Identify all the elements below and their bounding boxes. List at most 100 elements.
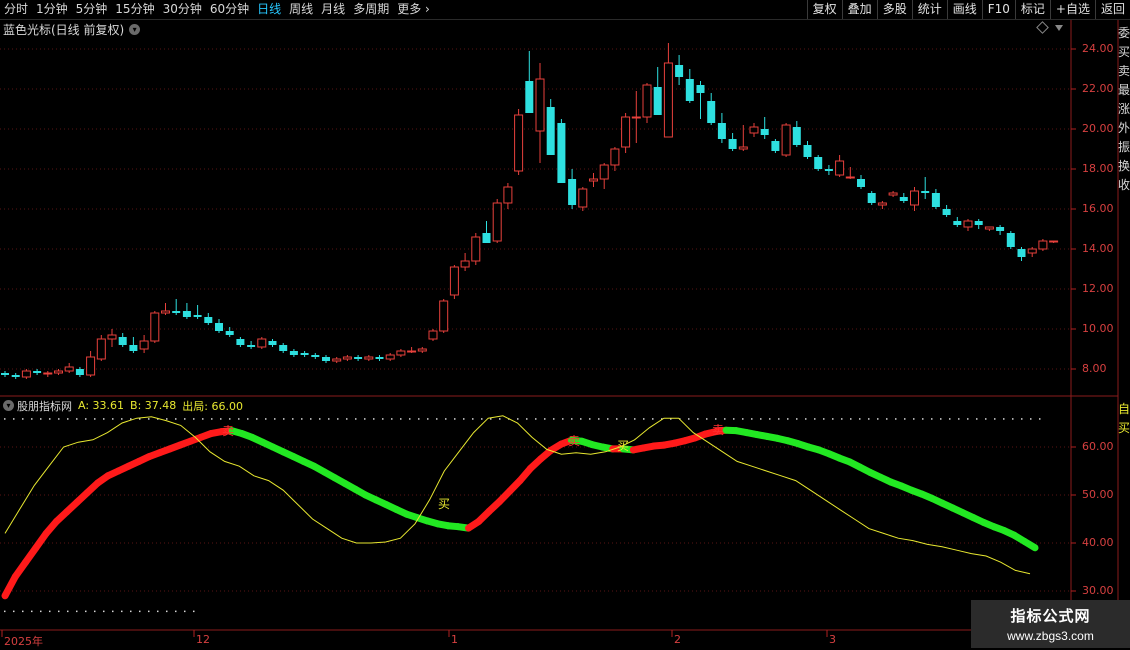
out-level-dot bbox=[283, 418, 285, 420]
candle-body bbox=[525, 81, 534, 113]
price-axis-label: 16.00 bbox=[1082, 202, 1114, 215]
chevron-down-icon[interactable]: ▾ bbox=[3, 400, 14, 411]
out-level-dot bbox=[859, 418, 861, 420]
baseline-dot bbox=[4, 610, 6, 613]
baseline-dot bbox=[40, 610, 42, 613]
indicator-main-segment bbox=[1021, 538, 1039, 552]
baseline-dot bbox=[13, 610, 15, 613]
candle-body bbox=[428, 330, 438, 340]
baseline-dot bbox=[130, 610, 132, 613]
candle-body bbox=[107, 334, 117, 340]
baseline-dot bbox=[112, 610, 114, 613]
candle-body bbox=[439, 300, 449, 332]
out-level-dot bbox=[994, 418, 996, 420]
candle-body bbox=[663, 62, 673, 138]
out-level-dot bbox=[292, 418, 294, 420]
out-level-dot bbox=[832, 418, 834, 420]
candle-body bbox=[11, 375, 20, 377]
candle-body bbox=[118, 337, 127, 345]
out-level-dot bbox=[652, 418, 654, 420]
candle-body bbox=[888, 192, 898, 196]
price-axis-label: 12.00 bbox=[1082, 282, 1114, 295]
out-level-dot bbox=[697, 418, 699, 420]
candle-body bbox=[557, 123, 566, 183]
out-level-dot bbox=[121, 418, 123, 420]
out-level-dot bbox=[454, 418, 456, 420]
out-level-dot bbox=[931, 418, 933, 420]
out-level-dot bbox=[193, 418, 195, 420]
out-level-dot bbox=[625, 418, 627, 420]
out-level-dot bbox=[166, 418, 168, 420]
out-level-dot bbox=[391, 418, 393, 420]
candle-body bbox=[696, 85, 705, 93]
candle-body bbox=[963, 220, 973, 228]
candle-body bbox=[161, 310, 170, 314]
out-level-dot bbox=[580, 418, 582, 420]
out-level-dot bbox=[184, 418, 186, 420]
watermark-url: www.zbgs3.com bbox=[1007, 629, 1094, 643]
candle-body bbox=[449, 266, 459, 296]
price-axis-label: 18.00 bbox=[1082, 162, 1114, 175]
out-level-dot bbox=[823, 418, 825, 420]
candle-body bbox=[33, 371, 42, 373]
out-level-dot bbox=[247, 418, 249, 420]
stock-chart-window: 分时 1分钟 5分钟 15分钟 30分钟 60分钟 日线 周线 月线 多周期 更多 › 复权 叠加 多股… bbox=[0, 0, 1130, 650]
out-level-dot bbox=[607, 418, 609, 420]
candlestick-series bbox=[1, 43, 1059, 379]
candle-body bbox=[268, 341, 277, 345]
out-level-dot bbox=[148, 418, 150, 420]
candle-body bbox=[610, 148, 620, 166]
out-level-dot bbox=[175, 418, 177, 420]
candle-body bbox=[460, 260, 470, 268]
out-level-dot bbox=[274, 418, 276, 420]
indicator-name: 股朋指标网 bbox=[17, 399, 72, 413]
out-level-dot bbox=[715, 418, 717, 420]
out-level-dot bbox=[850, 418, 852, 420]
candle-body bbox=[86, 356, 96, 376]
out-level-dot bbox=[688, 418, 690, 420]
baseline-dot bbox=[76, 610, 78, 613]
candle-body bbox=[407, 350, 417, 353]
out-level-dot bbox=[481, 418, 483, 420]
sell-signal: 卖 bbox=[222, 424, 234, 438]
baseline-dot bbox=[121, 610, 123, 613]
candle-body bbox=[1006, 233, 1015, 247]
out-level-dot bbox=[787, 418, 789, 420]
out-level-dot bbox=[805, 418, 807, 420]
indicator-axis-label: 30.00 bbox=[1082, 584, 1114, 597]
candle-body bbox=[54, 370, 63, 374]
out-level-dot bbox=[67, 418, 69, 420]
chart-canvas[interactable]: 卖买卖 买卖 bbox=[0, 0, 1130, 650]
quote-panel-fragment-lower: 自买 bbox=[1118, 402, 1130, 435]
price-axis-label: 20.00 bbox=[1082, 122, 1114, 135]
out-level-dot bbox=[58, 418, 60, 420]
out-level-dot bbox=[769, 418, 771, 420]
baseline-dot bbox=[31, 610, 33, 613]
candle-body bbox=[568, 179, 577, 205]
candle-body bbox=[332, 358, 342, 362]
out-level-dot bbox=[967, 418, 969, 420]
candle-body bbox=[653, 87, 662, 115]
out-level-dot bbox=[985, 418, 987, 420]
baseline-dot bbox=[157, 610, 159, 613]
candle-body bbox=[354, 357, 363, 359]
out-level-dot bbox=[733, 418, 735, 420]
out-level-dot bbox=[940, 418, 942, 420]
out-level-dot bbox=[499, 418, 501, 420]
sell-signal: 卖 bbox=[568, 434, 580, 448]
out-level-dot bbox=[958, 418, 960, 420]
out-level-dot bbox=[814, 418, 816, 420]
out-level-dot bbox=[868, 418, 870, 420]
candle-body bbox=[257, 338, 267, 348]
candle-body bbox=[225, 331, 234, 335]
candle-body bbox=[728, 139, 737, 149]
quote-panel-fragment: 委买卖最涨外振换收 bbox=[1118, 26, 1130, 192]
candle-body bbox=[96, 338, 106, 360]
candle-body bbox=[984, 226, 994, 230]
out-level-dot bbox=[346, 418, 348, 420]
out-level-dot bbox=[103, 418, 105, 420]
out-level-dot bbox=[301, 418, 303, 420]
baseline-dot bbox=[148, 610, 150, 613]
candle-body bbox=[621, 116, 631, 148]
out-level-dot bbox=[778, 418, 780, 420]
